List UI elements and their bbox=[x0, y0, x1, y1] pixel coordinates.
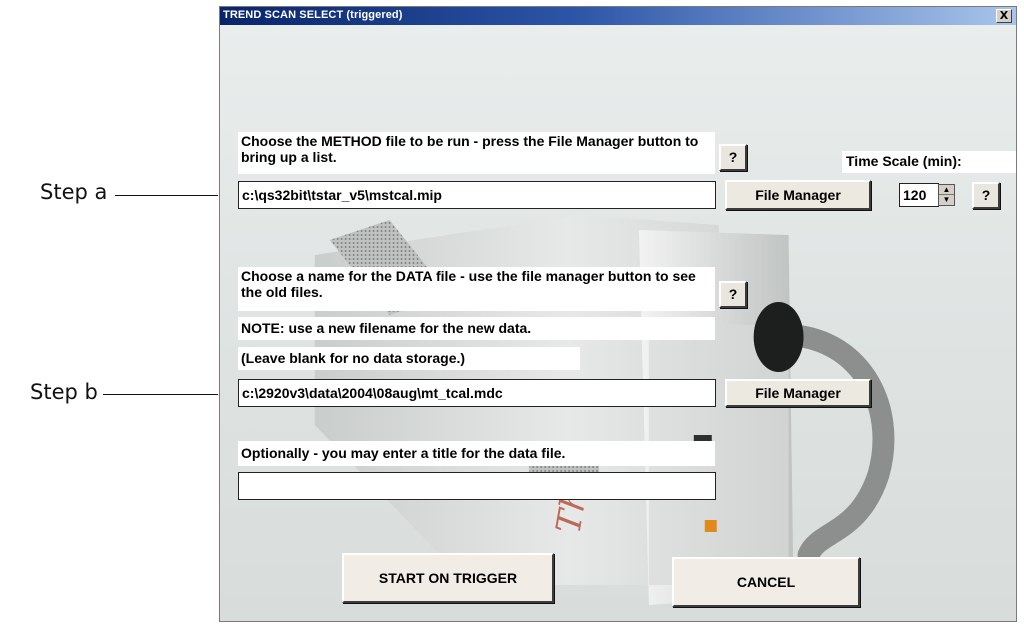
title-input[interactable] bbox=[238, 472, 716, 500]
method-file-input[interactable]: c:\qs32bit\tstar_v5\mstcal.mip bbox=[238, 181, 716, 209]
time-scale-input[interactable]: 120 bbox=[899, 183, 939, 207]
time-scale-stepper[interactable]: ▲ ▼ bbox=[938, 184, 955, 206]
method-file-manager-button[interactable]: File Manager bbox=[725, 180, 871, 210]
method-help-button[interactable]: ? bbox=[719, 144, 747, 171]
step-b-annotation: Step b bbox=[30, 380, 98, 404]
window-title: TREND SCAN SELECT (triggered) bbox=[223, 9, 403, 21]
trend-scan-dialog: TREND SCAN SELECT (triggered) X Th Choos… bbox=[219, 6, 1017, 622]
data-file-blank-note: (Leave blank for no data storage.) bbox=[238, 347, 580, 370]
data-file-prompt: Choose a name for the DATA file - use th… bbox=[238, 267, 715, 311]
data-file-input[interactable]: c:\2920v3\data\2004\08aug\mt_tcal.mdc bbox=[238, 379, 716, 407]
stepper-up-icon[interactable]: ▲ bbox=[939, 185, 954, 195]
title-prompt: Optionally - you may enter a title for t… bbox=[238, 441, 715, 466]
step-b-line bbox=[103, 394, 218, 395]
data-file-manager-button[interactable]: File Manager bbox=[725, 379, 871, 407]
data-file-help-button[interactable]: ? bbox=[719, 281, 747, 308]
start-on-trigger-button[interactable]: START ON TRIGGER bbox=[342, 553, 554, 603]
title-bar: TREND SCAN SELECT (triggered) X bbox=[220, 7, 1016, 25]
step-a-annotation: Step a bbox=[40, 180, 108, 204]
stepper-down-icon[interactable]: ▼ bbox=[939, 195, 954, 205]
step-a-line bbox=[115, 195, 218, 196]
method-prompt: Choose the METHOD file to be run - press… bbox=[238, 132, 715, 174]
cancel-button[interactable]: CANCEL bbox=[672, 557, 860, 607]
dialog-client-area: Th Choose the METHOD file to be run - pr… bbox=[220, 25, 1016, 621]
data-file-note: NOTE: use a new filename for the new dat… bbox=[238, 317, 715, 340]
time-scale-label: Time Scale (min): bbox=[842, 151, 1016, 173]
close-button[interactable]: X bbox=[996, 9, 1012, 23]
time-scale-help-button[interactable]: ? bbox=[972, 182, 1000, 209]
